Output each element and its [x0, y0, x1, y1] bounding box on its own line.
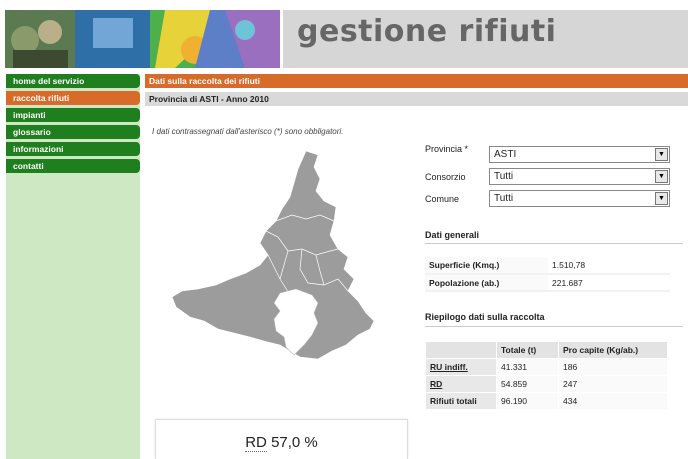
superficie-value: 1.510,78	[548, 257, 670, 275]
map-region-outline	[171, 150, 375, 360]
dati-generali-title: Dati generali	[425, 230, 480, 240]
section-divider	[425, 243, 683, 244]
consorzio-select-value: Tutti	[494, 171, 514, 182]
table-row: Popolazione (ab.) 221.687	[425, 274, 670, 292]
superficie-label: Superficie (Kmq.)	[425, 257, 548, 275]
rd-percentage-box: RD 57,0 %	[155, 419, 408, 459]
required-fields-note: I dati contrassegnati dall'asterisco (*)…	[152, 127, 344, 136]
chevron-down-icon[interactable]: ▼	[655, 148, 668, 161]
rd-label[interactable]: RD	[425, 375, 497, 393]
rifiuti-totali-pro-capite: 434	[558, 392, 668, 410]
sidebar-item-informazioni[interactable]: informazioni	[6, 142, 140, 156]
rd-link[interactable]: RD	[430, 379, 442, 389]
site-banner: gestione rifiuti	[0, 0, 688, 70]
section-subheader: Provincia di ASTI - Anno 2010	[145, 92, 688, 106]
section-divider	[425, 326, 683, 327]
riepilogo-table: Totale (t) Pro capite (Kg/ab.) RU indiff…	[425, 341, 668, 410]
comune-label: Comune	[425, 194, 460, 204]
rd-abbreviation[interactable]: RD	[245, 434, 267, 452]
column-header-blank	[425, 341, 497, 359]
region-map	[168, 145, 413, 373]
ru-indiff-pro-capite: 186	[558, 358, 668, 376]
page-title: gestione rifiuti	[297, 14, 557, 49]
column-header-pro-capite: Pro capite (Kg/ab.)	[558, 341, 668, 359]
rifiuti-totali-label: Rifiuti totali	[425, 392, 497, 410]
table-header-row: Totale (t) Pro capite (Kg/ab.)	[425, 341, 668, 359]
table-row: RD 54.859 247	[425, 375, 668, 393]
sidebar-item-raccolta-rifiuti[interactable]: raccolta rifiuti	[6, 91, 140, 105]
ru-indiff-totale: 41.331	[496, 358, 559, 376]
sidebar-nav: home del servizio raccolta rifiuti impia…	[6, 74, 140, 459]
ru-indiff-label[interactable]: RU indiff.	[425, 358, 497, 376]
dati-generali-table: Superficie (Kmq.) 1.510,78 Popolazione (…	[425, 257, 670, 292]
provincia-select[interactable]: ASTI ▼	[489, 146, 670, 163]
consorzio-label: Consorzio	[425, 172, 466, 182]
rd-totale: 54.859	[496, 375, 559, 393]
rd-percentage-value: RD 57,0 %	[156, 434, 407, 452]
sidebar-item-glossario[interactable]: glossario	[6, 125, 140, 139]
banner-collage-image	[5, 10, 280, 68]
column-header-totale: Totale (t)	[496, 341, 559, 359]
table-row: RU indiff. 41.331 186	[425, 358, 668, 376]
rd-percentage-number: 57,0 %	[271, 434, 318, 451]
rd-pro-capite: 247	[558, 375, 668, 393]
provincia-label: Provincia *	[425, 144, 469, 154]
chevron-down-icon[interactable]: ▼	[655, 192, 668, 205]
sidebar-item-home[interactable]: home del servizio	[6, 74, 140, 88]
provincia-select-value: ASTI	[494, 149, 517, 160]
ru-indiff-link[interactable]: RU indiff.	[430, 362, 468, 372]
section-header: Dati sulla raccolta dei rifiuti	[145, 74, 688, 88]
table-row: Superficie (Kmq.) 1.510,78	[425, 257, 670, 275]
popolazione-label: Popolazione (ab.)	[425, 274, 548, 292]
sidebar-item-contatti[interactable]: contatti	[6, 159, 140, 173]
sidebar-item-impianti[interactable]: impianti	[6, 108, 140, 122]
consorzio-select[interactable]: Tutti ▼	[489, 168, 670, 185]
chevron-down-icon[interactable]: ▼	[655, 170, 668, 183]
riepilogo-title: Riepilogo dati sulla raccolta	[425, 312, 545, 322]
table-row: Rifiuti totali 96.190 434	[425, 392, 668, 410]
comune-select[interactable]: Tutti ▼	[489, 190, 670, 207]
rifiuti-totali-totale: 96.190	[496, 392, 559, 410]
popolazione-value: 221.687	[548, 274, 670, 292]
comune-select-value: Tutti	[494, 193, 514, 204]
